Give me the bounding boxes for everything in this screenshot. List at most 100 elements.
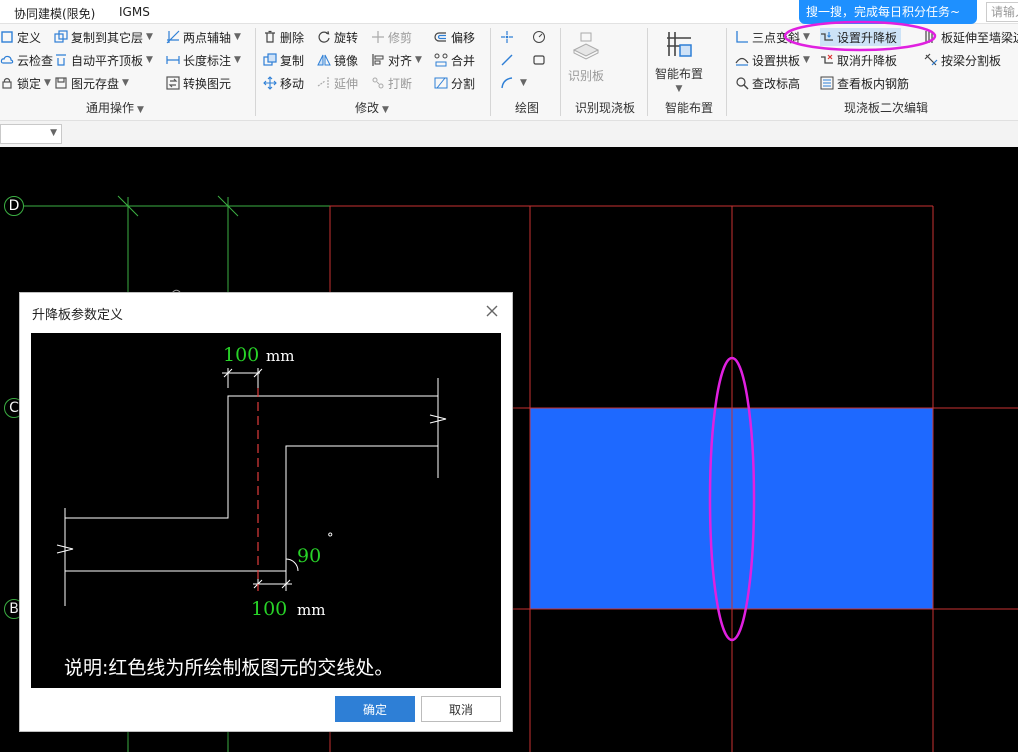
break-icon [371, 76, 385, 90]
search-tip-banner[interactable]: 搜一搜，完成每日积分任务~ [799, 0, 977, 24]
split-icon [434, 76, 448, 90]
save-element-button[interactable]: 图元存盘 ▼ [54, 74, 129, 92]
tab-bar: 协同建模(限免) IGMS 搜一搜，完成每日积分任务~ 请输入 [0, 0, 1018, 24]
extend-icon [317, 76, 331, 90]
copy-icon [263, 53, 277, 67]
draw-line-button[interactable] [500, 51, 517, 69]
move-icon [263, 76, 277, 90]
group-draw-title: 绘图 [515, 101, 540, 115]
diagram-svg [56, 368, 447, 606]
break-button[interactable]: 打断 [371, 74, 412, 92]
auto-align-top-button[interactable]: 自动平齐顶板 ▼ [54, 51, 153, 69]
elevation-icon [735, 76, 749, 90]
separator [490, 28, 491, 116]
split-by-beam-icon [924, 53, 938, 67]
cancel-button[interactable]: 取消 [421, 696, 501, 722]
toolstrip: ▼ [0, 120, 1018, 147]
group-modify-title: 修改 ▼ [355, 101, 389, 115]
unit-label: mm [297, 601, 326, 619]
cancel-drop-slab-button[interactable]: 取消升降板 [820, 51, 897, 69]
group-identify-title: 识别现浇板 [575, 101, 636, 115]
tab-igms[interactable]: IGMS [119, 5, 150, 19]
draw-rect-button[interactable] [532, 51, 549, 69]
trim-button[interactable]: 修剪 [371, 28, 412, 46]
copy-to-other-floor-button[interactable]: 复制到其它层 ▼ [54, 28, 153, 46]
rotate-button[interactable]: 旋转 [317, 28, 358, 46]
tab-collab-modeling[interactable]: 协同建模(限免) [14, 5, 95, 22]
two-point-aux-axis-button[interactable]: 两点辅轴 ▼ [166, 28, 241, 46]
view-slab-rebar-button[interactable]: 查看板内钢筋 [820, 74, 909, 92]
delete-button[interactable]: 删除 [263, 28, 304, 46]
dialog-note: 说明:红色线为所绘制板图元的交线处。 [64, 657, 394, 679]
trim-icon [371, 30, 385, 44]
draw-rotate-point-button[interactable] [532, 28, 549, 46]
slab-outline-upper [65, 395, 438, 519]
save-element-icon [54, 76, 68, 90]
chevron-down-icon: ▼ [803, 32, 810, 42]
axis-label-d: D [4, 196, 24, 216]
identify-slab-button[interactable]: 识别板 [568, 30, 604, 84]
chevron-down-icon: ▼ [146, 32, 153, 42]
separator [255, 28, 256, 116]
cloud-check-button[interactable]: 云检查 [0, 51, 53, 69]
define-button[interactable]: 定义 [0, 28, 41, 46]
rotate-icon [317, 30, 331, 44]
offset-icon [434, 30, 448, 44]
align-icon [371, 53, 385, 67]
split-button[interactable]: 分割 [434, 74, 475, 92]
split-slab-by-beam-button[interactable]: 按梁分割板 [924, 51, 1001, 69]
lock-button[interactable]: 锁定 ▼ [0, 74, 51, 92]
three-point-slope-button[interactable]: 三点变斜 ▼ [735, 28, 810, 46]
ribbon: 协同建模(限免) IGMS 搜一搜，完成每日积分任务~ 请输入 定义 云检查 锁… [0, 0, 1018, 147]
top-width-input[interactable] [223, 342, 265, 368]
set-drop-slab-button[interactable]: 设置升降板 [820, 28, 902, 46]
angle-input[interactable] [297, 543, 331, 569]
dialog-title: 升降板参数定义 [32, 308, 124, 323]
point-icon [500, 30, 514, 44]
chevron-down-icon: ▼ [234, 55, 241, 65]
extend-slab-to-wall-button[interactable]: 板延伸至墙梁边 [924, 28, 1018, 46]
cloud-icon [0, 53, 14, 67]
separator [560, 28, 561, 116]
copy-layers-icon [54, 30, 68, 44]
chevron-down-icon: ▼ [146, 55, 153, 65]
convert-element-button[interactable]: 转换图元 [166, 74, 231, 92]
align-button[interactable]: 对齐 ▼ [371, 51, 422, 69]
chevron-down-icon: ▼ [415, 55, 422, 65]
rectangle-icon [532, 53, 546, 67]
drop-slab-icon [820, 30, 834, 44]
draw-point-button[interactable] [500, 28, 517, 46]
lock-icon [0, 76, 14, 90]
arc-icon [500, 76, 514, 90]
bottom-width-input[interactable] [251, 596, 293, 622]
floor-select[interactable]: ▼ [0, 124, 62, 144]
length-dimension-button[interactable]: 长度标注 ▼ [166, 51, 241, 69]
mirror-button[interactable]: 镜像 [317, 51, 358, 69]
extend-slab-icon [924, 30, 938, 44]
offset-button[interactable]: 偏移 [434, 28, 475, 46]
chevron-down-icon: ▼ [50, 128, 57, 138]
ok-button[interactable]: 确定 [335, 696, 415, 722]
close-icon[interactable] [484, 303, 500, 319]
cancel-drop-slab-icon [820, 53, 834, 67]
mirror-icon [317, 53, 331, 67]
chevron-down-icon: ▼ [137, 105, 144, 115]
chevron-down-icon: ▼ [234, 32, 241, 42]
search-input[interactable]: 请输入 [986, 2, 1018, 22]
degree-label: ° [327, 531, 334, 546]
copy-button[interactable]: 复制 [263, 51, 304, 69]
move-button[interactable]: 移动 [263, 74, 304, 92]
draw-arc-button[interactable]: ▼ [500, 74, 527, 92]
define-icon [0, 30, 14, 44]
line-icon [500, 53, 514, 67]
drop-slab-param-dialog: 升降板参数定义 100 mm 90 ° 100 mm 说明:红色线为所绘制板图元… [19, 292, 513, 732]
slab-outline-lower [65, 445, 438, 572]
chevron-down-icon: ▼ [675, 84, 683, 94]
extend-button[interactable]: 延伸 [317, 74, 358, 92]
check-elevation-button[interactable]: 查改标高 [735, 74, 800, 92]
merge-button[interactable]: 合并 [434, 51, 475, 69]
set-arch-slab-button[interactable]: 设置拱板 ▼ [735, 51, 810, 69]
smart-layout-button[interactable]: 智能布置 ▼ [655, 28, 703, 94]
trash-icon [263, 30, 277, 44]
chevron-down-icon: ▼ [803, 55, 810, 65]
